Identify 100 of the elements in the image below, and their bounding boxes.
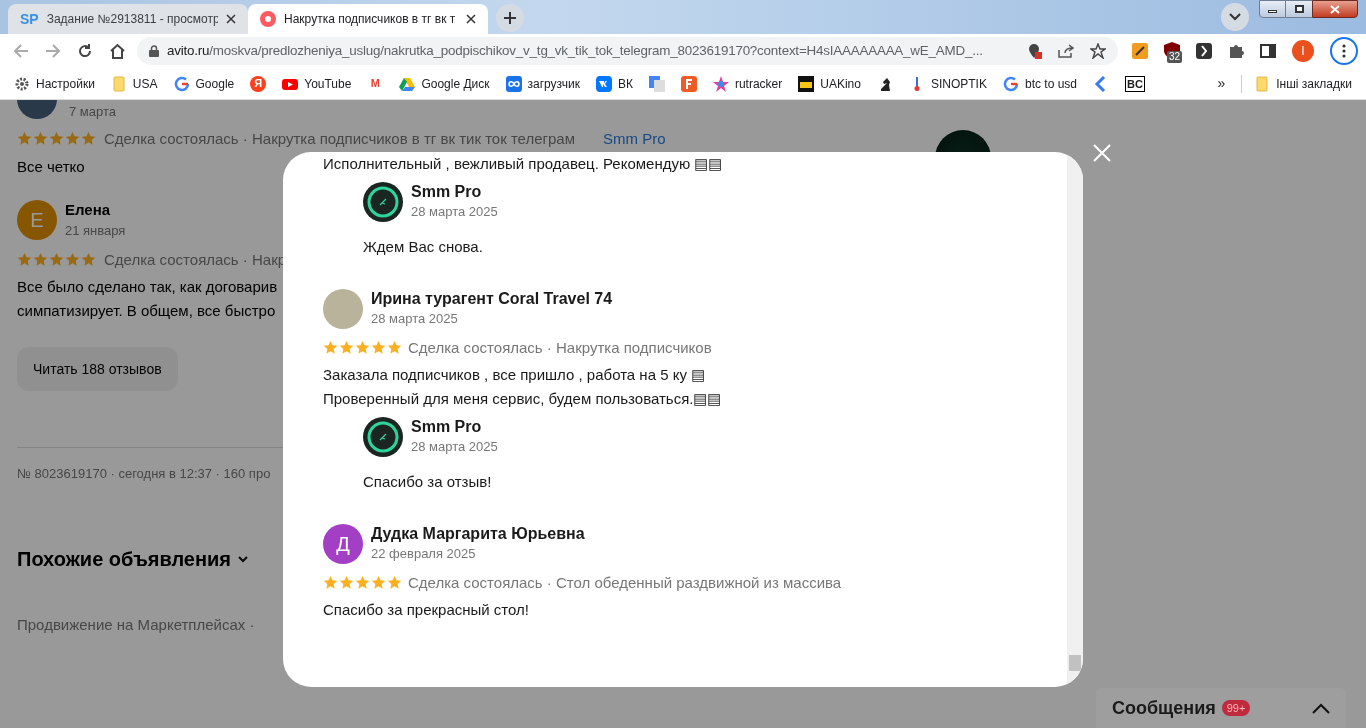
side-panel-icon[interactable] (1260, 43, 1276, 59)
review-text: Исполнительный , вежливый продавец. Рекомендую ▤▤ (323, 154, 723, 174)
chevron-up-icon[interactable] (1312, 702, 1330, 714)
review-text: Все четко (17, 158, 85, 175)
shield-icon[interactable] (1132, 43, 1148, 59)
maximize-button[interactable] (1286, 0, 1312, 18)
folder-icon (1254, 75, 1271, 92)
lock-icon (149, 45, 159, 57)
reply-date: 28 марта 2025 (411, 203, 498, 222)
star-icon (17, 252, 32, 268)
read-reviews-button[interactable]: Читать 188 отзывов (17, 347, 178, 391)
bookmark-item[interactable]: rutracker (712, 74, 783, 93)
star-icon (355, 340, 370, 356)
bookmark-item[interactable]: Настройки (14, 74, 95, 93)
chevron-down-icon (1229, 13, 1241, 21)
bookmark-item[interactable]: USA (110, 74, 158, 93)
reload-icon[interactable] (77, 43, 93, 59)
author-name: Smm Pro (411, 182, 483, 203)
review-text: Все было сделано так, как договарив (17, 277, 278, 297)
star-icon (387, 575, 402, 591)
star-icon (81, 252, 96, 268)
star-outline-icon[interactable] (1090, 43, 1106, 59)
bracket-icon[interactable] (1196, 43, 1212, 59)
minimize-icon (1268, 10, 1277, 13)
bookmark-item[interactable]: Google Диск (399, 74, 490, 93)
star-icon (371, 340, 386, 356)
review-date: 7 марта (69, 103, 116, 121)
translate-icon (648, 75, 665, 92)
star-icon (33, 252, 48, 268)
star-icon (49, 131, 64, 147)
bookmark-item[interactable]: btc to usd (1002, 74, 1077, 93)
folder-icon (110, 75, 127, 92)
more-bookmarks-button[interactable]: » (1217, 73, 1226, 94)
author-name: Дудка Маргарита Юрьевна (371, 523, 585, 544)
deal-status: Сделка состоялась · Накрутка подписчиков (408, 337, 712, 358)
more-vertical-icon (1342, 44, 1346, 58)
minimize-button[interactable] (1259, 0, 1286, 18)
bookmark-item[interactable]: ВК (595, 74, 633, 93)
rocket-logo-icon (363, 417, 403, 457)
location-blocked-icon[interactable] (1028, 43, 1042, 59)
tab-search-button[interactable] (1221, 3, 1249, 31)
close-icon (1330, 4, 1340, 14)
star-icon (323, 575, 338, 591)
close-icon[interactable] (466, 14, 476, 24)
review-date: 21 января (65, 222, 126, 240)
bookmark-item[interactable]: SINOPTIK (908, 74, 987, 93)
triangle-icon (399, 75, 416, 92)
reply-text: Спасибо за отзыв! (363, 473, 492, 490)
author-name: Елена (65, 199, 112, 220)
star-icon (387, 340, 402, 356)
close-window-button[interactable] (1312, 0, 1358, 18)
star-icon (339, 340, 354, 356)
messages-panel[interactable]: Сообщения 99+ (1096, 688, 1346, 728)
url-text: avito.ru/moskva/predlozheniya_uslug/nakrutka_podpischikov_v_tg_vk_tik_tok_telegram_8023619170?context=H4sIAAAAAAAA_wE_AMD_... (167, 41, 984, 60)
vk-icon (595, 75, 612, 92)
star-icon (33, 131, 48, 147)
tab-title: Накрутка подписчиков в тг вк т (284, 11, 457, 28)
infinity-icon (505, 75, 522, 92)
google-g-icon (1002, 75, 1019, 92)
bookmark-item[interactable]: M (367, 75, 384, 92)
reply-date: 28 марта 2025 (411, 438, 498, 457)
star-icon (65, 131, 80, 147)
star-icon (49, 252, 64, 268)
section-title: Похожие объявления (17, 546, 232, 572)
extension-badge: 32 (1167, 51, 1183, 63)
browser-tab[interactable]: Накрутка подписчиков в тг вк т (248, 4, 488, 34)
film-icon (798, 75, 815, 92)
close-icon[interactable] (226, 14, 236, 24)
record-icon (260, 11, 276, 27)
star-icon (355, 575, 370, 591)
author-name: Ирина турагент Coral Travel 74 (371, 288, 613, 309)
square-icon (680, 75, 697, 92)
home-icon[interactable] (109, 43, 126, 59)
bookmark-folder[interactable]: Інші закладки (1241, 74, 1352, 93)
bookmark-item[interactable]: YouTube (282, 74, 352, 93)
bookmark-item[interactable]: Я (250, 75, 267, 92)
star-icon (339, 575, 354, 591)
chevron-down-icon[interactable] (237, 554, 250, 563)
bookmark-item[interactable]: Google (173, 74, 235, 93)
similar-listing: Продвижение на Маркетплейсах · (17, 615, 255, 633)
messages-label: Сообщения (1112, 696, 1216, 720)
profile-avatar[interactable]: I (1292, 40, 1314, 62)
review-text: Заказала подписчиков , все пришло , работа на 5 ку ▤ (323, 365, 706, 385)
bookmark-item[interactable]: BC (1125, 75, 1145, 92)
bookmark-item[interactable]: UAKino (798, 74, 861, 93)
new-tab-button[interactable] (496, 4, 524, 32)
review-text: симпатизирует. В общем, все быстро (17, 301, 276, 321)
restore-icon (1294, 5, 1304, 13)
reply-text: Ждем Вас снова. (363, 238, 483, 255)
bookmark-item[interactable]: загрузчик (505, 74, 580, 93)
deal-status: Сделка состоялась · Стол обеденный раздвижной из массива (408, 572, 842, 593)
puzzle-icon[interactable] (1228, 43, 1244, 59)
share-icon[interactable] (1058, 44, 1074, 58)
address-bar[interactable]: avito.ru/moskva/predlozheniya_uslug/nakrutka_podpischikov_v_tg_vk_tik_tok_telegram_8023619170?context=H4sIAAAAAAAA_wE_AMD_... (137, 37, 1118, 65)
menu-button[interactable] (1330, 37, 1358, 65)
gear-icon (14, 75, 30, 92)
star-icon (17, 131, 32, 147)
review-text: Проверенный для меня сервис, будем пользоваться.▤▤ (323, 389, 722, 409)
star-icon (81, 131, 96, 147)
star-icon (323, 340, 338, 356)
